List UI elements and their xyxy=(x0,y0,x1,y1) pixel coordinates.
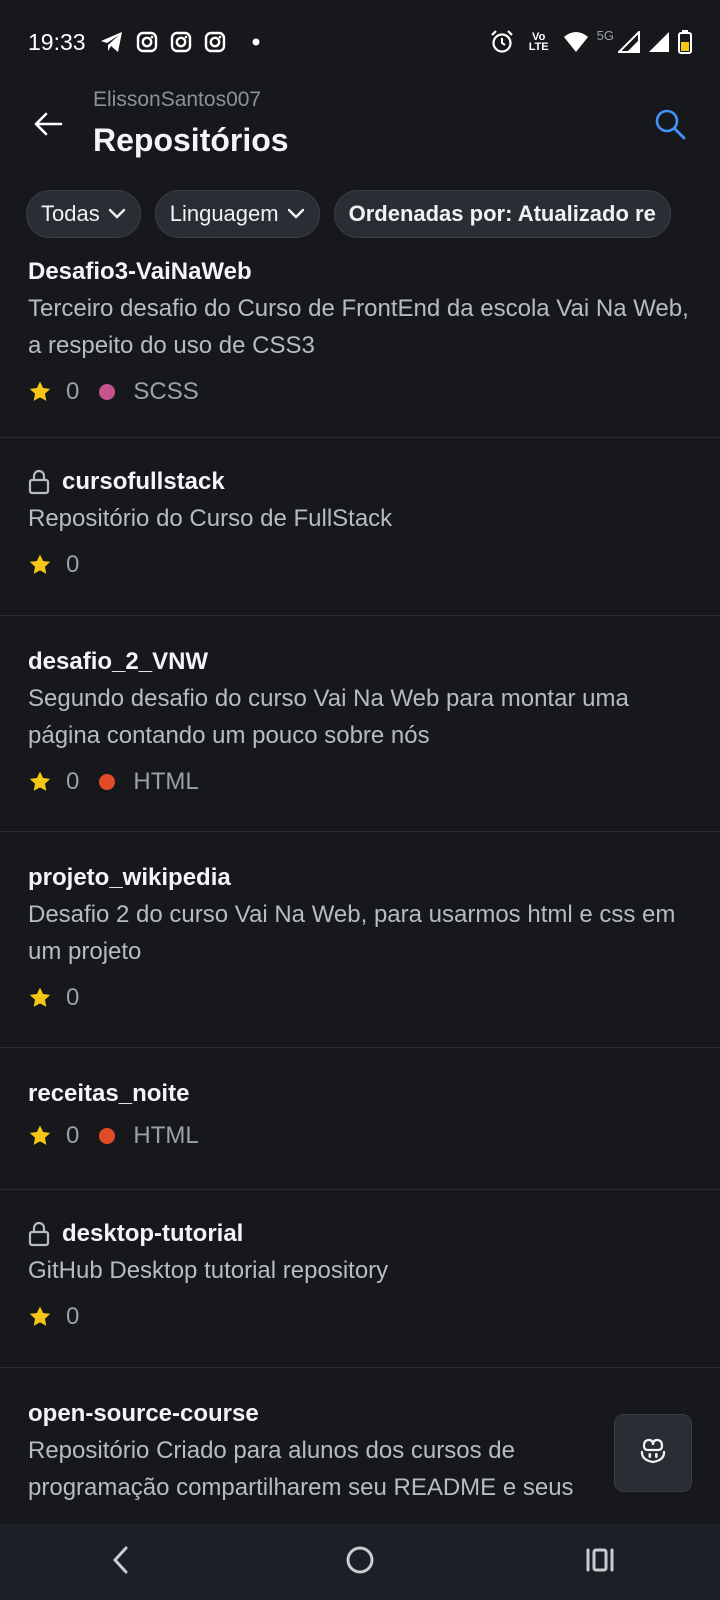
repo-description: Terceiro desafio do Curso de FrontEnd da… xyxy=(28,295,689,359)
repo-language: HTML xyxy=(133,768,199,795)
status-right-icons: Vo LTE 5G xyxy=(489,27,692,55)
system-nav-bar xyxy=(0,1524,720,1600)
list-item[interactable]: cursofullstack Repositório do Curso de F… xyxy=(0,438,720,616)
repo-meta: 0 xyxy=(28,551,692,579)
list-item[interactable]: desktop-tutorial GitHub Desktop tutorial… xyxy=(0,1190,720,1368)
alarm-icon xyxy=(489,29,515,55)
arrow-left-icon xyxy=(33,112,63,141)
status-time: 19:33 xyxy=(28,28,86,55)
repo-description: Desafio 2 do curso Vai Na Web, para usar… xyxy=(28,901,676,965)
repo-language: SCSS xyxy=(133,378,199,405)
instagram-icon xyxy=(136,31,158,53)
repo-description: Repositório do Curso de FullStack xyxy=(28,505,393,532)
page-title: Repositórios xyxy=(93,122,289,158)
battery-icon xyxy=(678,30,692,54)
back-button[interactable] xyxy=(26,104,70,148)
repo-name: desafio_2_VNW xyxy=(28,648,209,675)
recents-icon xyxy=(585,1547,615,1578)
star-count: 0 xyxy=(66,984,80,1011)
repository-list: Desafio3-VaiNaWeb Terceiro desafio do Cu… xyxy=(0,250,720,1520)
repo-meta: 0 HTML xyxy=(28,768,692,796)
language-color-dot xyxy=(99,384,116,400)
owner-name: ElissonSantos007 xyxy=(93,88,262,111)
repo-language: HTML xyxy=(133,1122,199,1149)
status-bar: 19:33 Vo LTE 5G xyxy=(0,0,720,84)
repo-name: desktop-tutorial xyxy=(62,1220,244,1247)
search-icon xyxy=(654,108,686,145)
app-header: ElissonSantos007 Repositórios xyxy=(0,84,720,174)
star-count: 0 xyxy=(66,378,80,405)
language-color-dot xyxy=(99,774,116,790)
star-icon xyxy=(28,1124,52,1148)
filter-chip-label: Ordenadas por: Atualizado re xyxy=(348,201,656,226)
star-icon xyxy=(28,1305,52,1329)
lock-icon xyxy=(28,1221,50,1247)
repo-name: cursofullstack xyxy=(62,468,225,495)
filter-chip-type[interactable]: Todas xyxy=(26,190,141,238)
nav-back-button[interactable] xyxy=(90,1532,150,1592)
list-item[interactable]: projeto_wikipedia Desafio 2 do curso Vai… xyxy=(0,832,720,1048)
star-icon xyxy=(28,986,52,1010)
signal-icon xyxy=(648,31,670,53)
chevron-left-icon xyxy=(110,1545,130,1580)
filter-chip-language[interactable]: Linguagem xyxy=(154,190,320,238)
star-count: 0 xyxy=(66,1122,80,1149)
star-icon xyxy=(28,553,52,577)
repo-description: Segundo desafio do curso Vai Na Web para… xyxy=(28,685,629,749)
repo-meta: 0 xyxy=(28,984,692,1012)
repo-description: GitHub Desktop tutorial repository xyxy=(28,1257,389,1284)
repo-meta: 0 xyxy=(28,1303,692,1331)
star-icon xyxy=(28,380,52,404)
repo-name: receitas_noite xyxy=(28,1080,190,1107)
chevron-down-icon xyxy=(108,208,126,220)
list-item[interactable]: receitas_noite 0 HTML xyxy=(0,1048,720,1190)
repo-description: Repositório Criado para alunos dos curso… xyxy=(28,1437,574,1501)
signal-icon xyxy=(618,31,640,53)
list-item[interactable]: desafio_2_VNW Segundo desafio do curso V… xyxy=(0,616,720,832)
filter-chip-label: Linguagem xyxy=(169,201,279,226)
repo-meta: 0 HTML xyxy=(28,1122,692,1150)
chevron-down-icon xyxy=(287,208,305,220)
status-left-icons xyxy=(100,31,260,53)
instagram-icon xyxy=(170,31,192,53)
nav-recents-button[interactable] xyxy=(570,1532,630,1592)
nav-home-button[interactable] xyxy=(330,1532,390,1592)
circle-icon xyxy=(345,1545,375,1580)
list-item[interactable]: open-source-course Repositório Criado pa… xyxy=(0,1368,720,1520)
lock-icon xyxy=(28,469,50,495)
repo-name: Desafio3-VaiNaWeb xyxy=(28,258,252,285)
filter-chip-sort[interactable]: Ordenadas por: Atualizado re xyxy=(333,190,671,238)
repo-name: projeto_wikipedia xyxy=(28,864,231,891)
telegram-icon xyxy=(100,31,124,53)
repo-meta: 0 SCSS xyxy=(28,378,692,406)
copilot-button[interactable] xyxy=(614,1414,692,1492)
repo-name: open-source-course xyxy=(28,1400,259,1427)
volte-icon: Vo LTE xyxy=(528,31,549,53)
star-count: 0 xyxy=(66,1303,80,1330)
copilot-icon xyxy=(638,1438,668,1469)
instagram-icon xyxy=(204,31,226,53)
star-count: 0 xyxy=(66,551,80,578)
network-type: 5G xyxy=(596,27,614,43)
dot-icon xyxy=(252,38,260,46)
search-button[interactable] xyxy=(648,104,692,148)
filter-bar: Todas Linguagem Ordenadas por: Atualizad… xyxy=(26,190,700,240)
list-item[interactable]: Desafio3-VaiNaWeb Terceiro desafio do Cu… xyxy=(0,250,720,438)
star-count: 0 xyxy=(66,768,80,795)
star-icon xyxy=(28,770,52,794)
filter-chip-label: Todas xyxy=(41,201,100,226)
wifi-icon xyxy=(563,31,589,53)
language-color-dot xyxy=(99,1128,116,1144)
